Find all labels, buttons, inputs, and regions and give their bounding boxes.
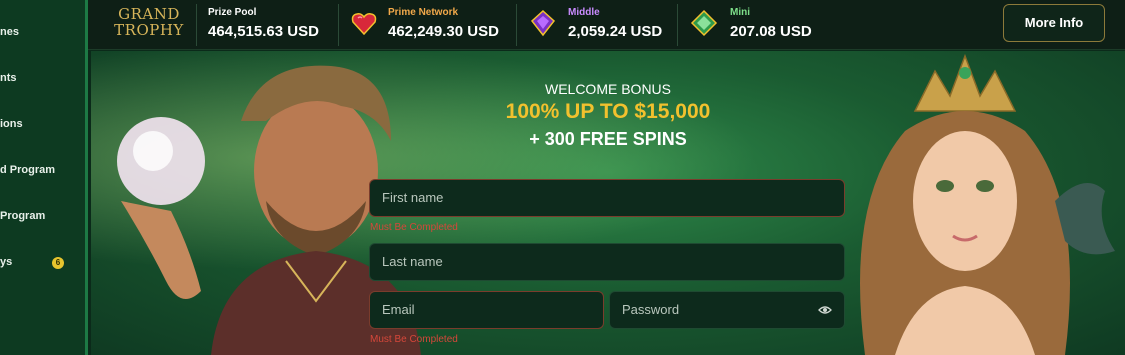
divider — [677, 4, 678, 46]
logo-line-1: GRAND — [118, 5, 180, 23]
sidebar-item-promotions[interactable]: ions — [0, 118, 23, 130]
eye-icon[interactable] — [818, 305, 832, 315]
password-placeholder: Password — [622, 302, 680, 317]
welcome-bonus-heading: WELCOME BONUS — [544, 81, 671, 97]
email-error: Must Be Completed — [370, 334, 458, 345]
jackpot-label: Prize Pool — [208, 7, 257, 18]
jackpot-label: Mini — [730, 7, 750, 18]
divider — [338, 4, 339, 46]
divider — [196, 4, 197, 46]
free-spins-text: + 300 FREE SPINS — [529, 129, 687, 149]
sidebar-item-affiliate-program[interactable]: Program — [0, 210, 45, 222]
sidebar-item-tournaments[interactable]: nts — [0, 72, 17, 84]
page: nes nts ions d Program Program ys 6 GRAN… — [0, 0, 1125, 355]
count-badge: 6 — [52, 257, 64, 269]
grand-trophy-logo: GRAND TROPHY — [112, 6, 186, 38]
sidebar: nes nts ions d Program Program ys 6 — [0, 0, 88, 355]
jackpot-value: 207.08 USD — [730, 23, 812, 40]
sidebar-item-reward-program[interactable]: d Program — [0, 164, 55, 176]
jackpot-label: Middle — [568, 7, 600, 18]
first-name-error: Must Be Completed — [370, 222, 458, 233]
green-gem-icon — [690, 9, 718, 37]
logo-line-2: TROPHY — [114, 21, 184, 39]
email-field[interactable]: Email — [369, 291, 604, 329]
jackpot-value: 462,249.30 USD — [388, 23, 499, 40]
first-name-field[interactable]: First name — [369, 179, 845, 217]
sidebar-item-games[interactable]: nes — [0, 26, 19, 38]
jackpot-label: Prime Network — [388, 7, 459, 18]
bonus-offer: 100% UP TO $15,000 — [505, 100, 711, 123]
purple-gem-icon — [530, 9, 556, 37]
jackpot-bar: GRAND TROPHY Prize Pool 464,515.63 USD P… — [88, 0, 1125, 50]
sidebar-item-ways[interactable]: ys — [0, 256, 12, 268]
jackpot-value: 2,059.24 USD — [568, 23, 663, 40]
hero-banner: WELCOME BONUS 100% UP TO $15,000 + 300 F… — [91, 51, 1125, 355]
last-name-field[interactable]: Last name — [369, 243, 845, 281]
divider — [516, 4, 517, 46]
password-field[interactable]: Password — [609, 291, 845, 329]
more-info-button[interactable]: More Info — [1003, 4, 1105, 42]
jackpot-value: 464,515.63 USD — [208, 23, 319, 40]
heart-gem-icon — [351, 13, 377, 36]
